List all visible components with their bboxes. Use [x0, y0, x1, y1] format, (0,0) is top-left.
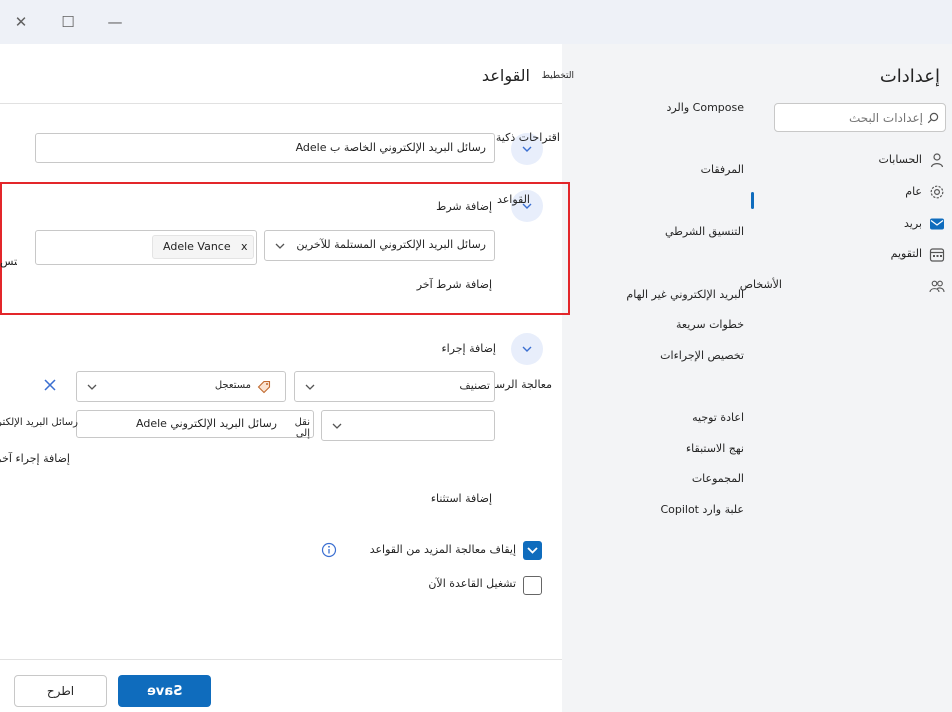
conditions-label: القواعد [496, 193, 530, 206]
save-button[interactable]: Save [118, 675, 211, 707]
maximize-icon: ☐ [61, 13, 75, 31]
add-action-label: إضافة إجراء [441, 342, 496, 355]
action-type-value: تصنيف [459, 379, 490, 392]
add-exception-link[interactable]: إضافة استثناء [420, 492, 492, 505]
rule-name-value: رسائل البريد الإلكتروني الخاصة ب Adele [295, 141, 486, 154]
discard-button[interactable]: اطرح [14, 675, 107, 707]
minimize-icon: — [107, 13, 123, 31]
window-titlebar: ✕ ☐ — [0, 0, 952, 44]
category-select[interactable]: مستعجل [76, 371, 286, 402]
header-divider [0, 103, 562, 104]
subnav-junk-email[interactable]: البريد الإلكتروني غير الهام [600, 288, 744, 301]
close-icon: ✕ [14, 13, 28, 31]
subnav-customize-actions[interactable]: تخصيص الإجراءات [630, 349, 744, 362]
nav-general[interactable]: عام [880, 185, 922, 198]
condition-select-value: رسائل البريد الإلكتروني المستلمة للآخرين [296, 238, 486, 251]
clipped-folder-text: رسائل البريد الإلكتروني الخاصة ب [0, 417, 78, 428]
people-picker-field[interactable]: Adele Vance x [35, 230, 257, 265]
subnav-conditional-formatting[interactable]: التنسيق الشرطي [630, 225, 744, 238]
subnav-retention-policies[interactable]: نهج الاستبقاء [640, 442, 744, 455]
nav-calendar[interactable]: التقويم [860, 247, 922, 260]
run-now-label: تشغيل القاعدة الآن [428, 577, 516, 590]
rules-title: القواعد [481, 66, 530, 85]
settings-search-input[interactable] [783, 108, 923, 128]
settings-search-field[interactable] [774, 103, 946, 132]
chevron-down-icon [332, 423, 342, 429]
nav-mail[interactable]: بريد [880, 217, 922, 230]
checkmark-icon [527, 547, 538, 554]
person-chip: Adele Vance x [152, 235, 254, 259]
stop-processing-label: إيقاف معالجة المزيد من القواعد [369, 543, 516, 556]
chevron-down-icon [87, 384, 97, 390]
move-action-select[interactable] [321, 410, 495, 441]
move-action-value: نقل إلى [294, 417, 310, 439]
person-chip-remove-button[interactable]: x [241, 240, 248, 253]
rule-name-field[interactable]: رسائل البريد الإلكتروني الخاصة ب Adele [35, 133, 495, 163]
run-now-checkbox[interactable] [523, 576, 542, 595]
chevron-down-icon [275, 243, 285, 249]
minimize-window-button[interactable]: — [103, 10, 127, 34]
subnav-groups[interactable]: المجموعات [640, 472, 744, 485]
nav-accounts[interactable]: الحسابات [860, 153, 922, 166]
add-condition-label: إضافة شرط [436, 200, 492, 213]
add-another-action-link[interactable]: إضافة إجراء آخر [0, 452, 70, 465]
close-window-button[interactable]: ✕ [9, 10, 33, 34]
category-value: مستعجل [214, 380, 251, 391]
people-icon [929, 280, 945, 293]
maximize-window-button[interactable]: ☐ [56, 10, 80, 34]
folder-value: رسائل البريد الإلكتروني Adele [136, 417, 277, 430]
mail-icon [930, 218, 944, 230]
actions-toggle[interactable] [511, 333, 543, 365]
chevron-down-icon [522, 146, 532, 152]
gear-icon [930, 185, 944, 199]
subnav-compose-reply[interactable]: Compose والرد [640, 101, 744, 114]
discard-button-label: اطرح [46, 684, 75, 698]
stop-processing-checkbox[interactable] [523, 541, 542, 560]
tag-icon [257, 380, 271, 394]
action-type-select[interactable]: تصنيف [294, 371, 495, 402]
clipped-label: كتس [0, 255, 17, 268]
settings-nav-pane [562, 44, 952, 712]
settings-title: إعدادات [879, 66, 940, 87]
subnav-attachments[interactable]: المرفقات [640, 163, 744, 176]
condition-select[interactable]: رسائل البريد الإلكتروني المستلمة للآخرين [264, 230, 495, 261]
subnav-quick-steps[interactable]: خطوات سريعة [640, 318, 744, 331]
chevron-down-icon [522, 346, 532, 352]
footer-divider [0, 659, 562, 660]
save-button-label: Save [146, 683, 183, 699]
subnav-forwarding[interactable]: اعادة توجيه [640, 411, 744, 424]
folder-select[interactable]: نقل إلى رسائل البريد الإلكتروني Adele [76, 410, 314, 439]
person-chip-name: Adele Vance [163, 240, 231, 253]
subnav-selection-indicator [751, 192, 754, 209]
person-icon [930, 153, 944, 168]
add-another-condition-link[interactable]: إضافة شرط آخر [390, 278, 492, 291]
remove-action-icon[interactable] [43, 378, 57, 392]
subnav-copilot-inbox[interactable]: علبة وارد Copilot [620, 503, 744, 516]
chevron-down-icon [305, 384, 315, 390]
search-icon [927, 112, 939, 124]
info-icon[interactable] [321, 542, 337, 558]
calendar-icon [929, 248, 945, 262]
layout-label: التخطيط [541, 71, 574, 81]
